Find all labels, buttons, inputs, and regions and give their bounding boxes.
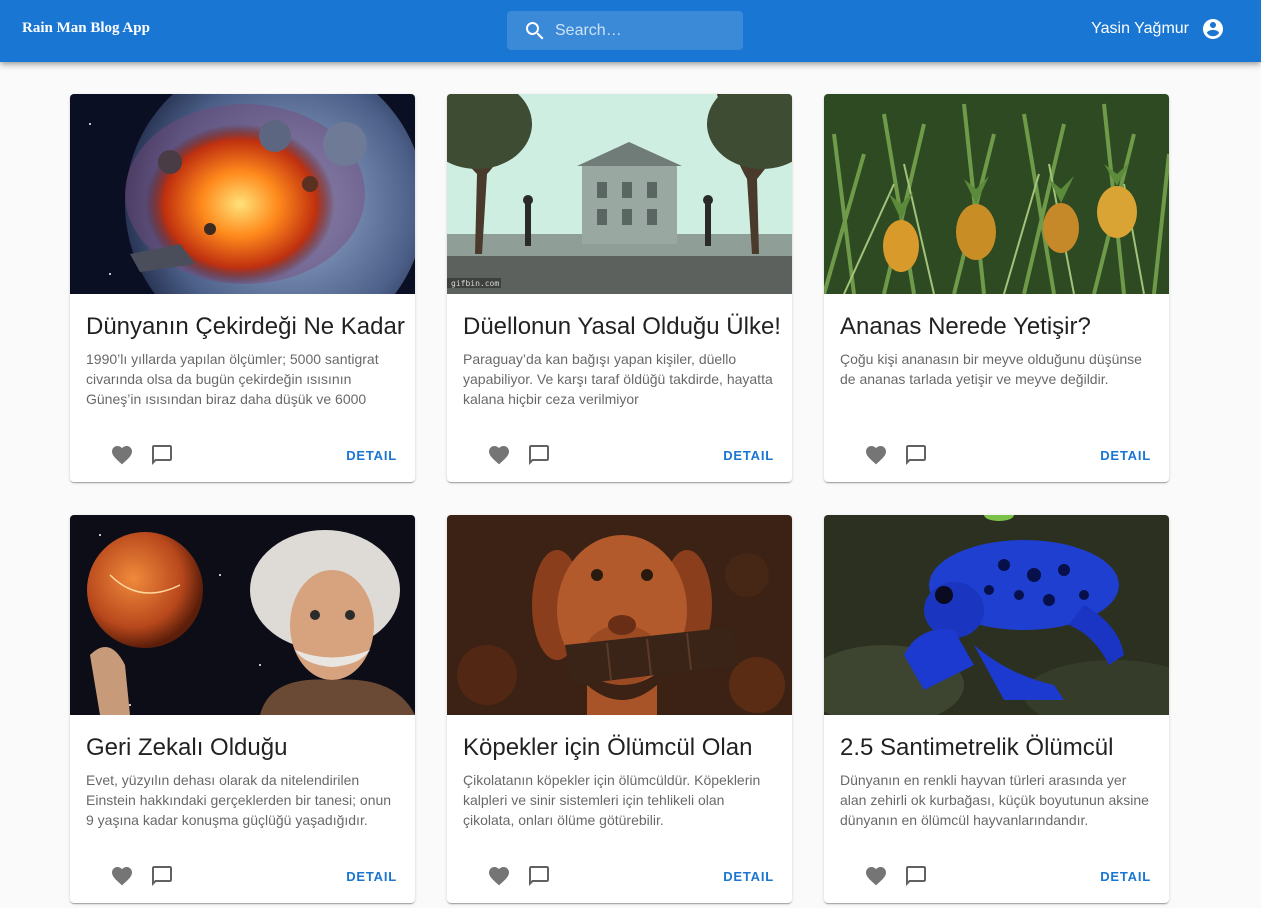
detail-button[interactable]: DETAIL [346, 869, 397, 884]
comment-icon[interactable] [147, 861, 177, 891]
post-title: Geri Zekalı Olduğu [86, 734, 288, 761]
post-card: 2.5 Santimetrelik Ölümcül Dünyanın en re… [824, 515, 1169, 903]
comment-icon[interactable] [524, 861, 554, 891]
app-title[interactable]: Rain Man Blog App [22, 20, 150, 37]
post-image-dog-chocolate[interactable] [447, 515, 792, 715]
post-description: Evet, yüzyılın dehası olarak da nitelend… [86, 772, 392, 828]
post-card: gifbin.com Düellonun Yasal Olduğu Ülke! … [447, 94, 792, 482]
user-name[interactable]: Yasin Yağmur [1091, 20, 1189, 38]
search-box[interactable] [507, 11, 743, 50]
post-title: 2.5 Santimetrelik Ölümcül [840, 734, 1114, 761]
post-title: Köpekler için Ölümcül Olan [463, 734, 753, 761]
post-image-blue-frog[interactable] [824, 515, 1169, 715]
favorite-icon[interactable] [861, 440, 891, 470]
detail-button[interactable]: DETAIL [723, 869, 774, 884]
image-watermark: gifbin.com [451, 279, 499, 288]
post-image-einstein-portrait[interactable] [70, 515, 415, 715]
comment-icon[interactable] [901, 861, 931, 891]
account-circle-icon[interactable] [1201, 17, 1225, 41]
comment-icon[interactable] [524, 440, 554, 470]
card-actions: DETAIL [447, 861, 792, 891]
user-menu[interactable]: Yasin Yağmur [1091, 17, 1225, 41]
post-card: Dünyanın Çekirdeği Ne Kadar 1990’lı yıll… [70, 94, 415, 482]
post-card: Köpekler için Ölümcül Olan Çikolatanın k… [447, 515, 792, 903]
detail-button[interactable]: DETAIL [1100, 869, 1151, 884]
search-input[interactable] [555, 21, 725, 40]
post-description: Çoğu kişi ananasın bir meyve olduğunu dü… [840, 351, 1142, 387]
detail-button[interactable]: DETAIL [1100, 448, 1151, 463]
comment-icon[interactable] [147, 440, 177, 470]
post-description: Dünyanın en renkli hayvan türleri arasın… [840, 772, 1149, 828]
favorite-icon[interactable] [107, 861, 137, 891]
app-bar: Rain Man Blog App Yasin Yağmur [0, 0, 1261, 62]
post-image-pineapple-field[interactable] [824, 94, 1169, 294]
post-title: Düellonun Yasal Olduğu Ülke! [463, 313, 781, 340]
favorite-icon[interactable] [107, 440, 137, 470]
card-actions: DETAIL [70, 440, 415, 470]
search-icon [523, 19, 547, 43]
card-actions: DETAIL [824, 440, 1169, 470]
favorite-icon[interactable] [484, 440, 514, 470]
post-description: Çikolatanın köpekler için ölümcüldür. Kö… [463, 772, 761, 828]
card-actions: DETAIL [447, 440, 792, 470]
post-title: Ananas Nerede Yetişir? [840, 313, 1091, 340]
post-image-duel-scene[interactable]: gifbin.com [447, 94, 792, 294]
card-actions: DETAIL [824, 861, 1169, 891]
favorite-icon[interactable] [484, 861, 514, 891]
post-description: Paraguay’da kan bağışı yapan kişiler, dü… [463, 351, 773, 407]
card-actions: DETAIL [70, 861, 415, 891]
detail-button[interactable]: DETAIL [346, 448, 397, 463]
post-description: 1990’lı yıllarda yapılan ölçümler; 5000 … [86, 351, 379, 407]
comment-icon[interactable] [901, 440, 931, 470]
post-image-exploding-planet[interactable] [70, 94, 415, 294]
post-card: Ananas Nerede Yetişir? Çoğu kişi ananası… [824, 94, 1169, 482]
favorite-icon[interactable] [861, 861, 891, 891]
post-card: Geri Zekalı Olduğu Evet, yüzyılın dehası… [70, 515, 415, 903]
post-title: Dünyanın Çekirdeği Ne Kadar [86, 313, 405, 340]
detail-button[interactable]: DETAIL [723, 448, 774, 463]
